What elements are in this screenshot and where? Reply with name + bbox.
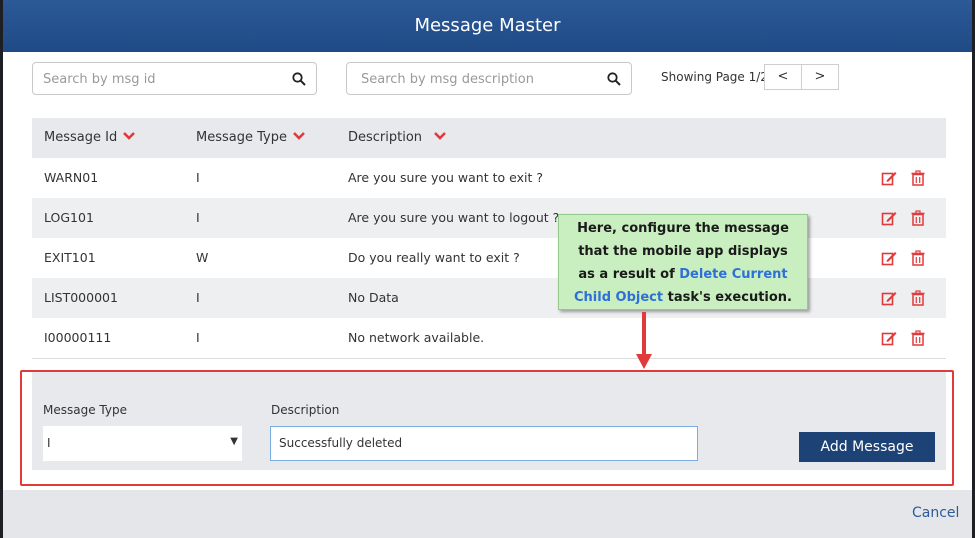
edit-icon[interactable] (881, 250, 897, 266)
dialog-footer (3, 490, 972, 538)
edit-icon[interactable] (881, 170, 897, 186)
dialog-title: Message Master (3, 0, 972, 52)
description-cell: Do you really want to exit ? (348, 250, 520, 265)
edit-icon[interactable] (881, 330, 897, 346)
callout-highlight: Child Object (573, 290, 664, 305)
callout-line-2: that the mobile app displays (578, 244, 788, 259)
table-row: LIST000001 I No Data (32, 278, 946, 318)
annotation-callout: Here, configure the message that the mob… (558, 214, 808, 310)
trash-icon[interactable] (910, 250, 926, 266)
callout-line-3: as a result of Delete Current (559, 263, 807, 286)
trash-icon[interactable] (910, 170, 926, 186)
highlight-box (20, 370, 954, 486)
callout-text: task's execution. (663, 290, 792, 305)
trash-icon[interactable] (910, 290, 926, 306)
msg-id-search-input[interactable] (43, 69, 273, 89)
message-master-dialog: Message Master Showing Page 1/2 < > Mess… (3, 0, 972, 538)
edit-icon[interactable] (881, 290, 897, 306)
message-type-cell: I (196, 210, 200, 225)
trash-icon[interactable] (910, 210, 926, 226)
column-header-description[interactable]: Description (348, 130, 446, 145)
next-page-button[interactable]: > (801, 64, 839, 90)
message-type-cell: W (196, 250, 209, 265)
callout-line-1: Here, configure the message (577, 221, 789, 236)
msg-description-search-input[interactable] (361, 69, 591, 89)
callout-text: as a result of (578, 267, 680, 282)
table-row: I00000111 I No network available. (32, 318, 946, 358)
cancel-button[interactable]: Cancel (912, 505, 959, 521)
table-header: Message Id Message Type Description (32, 118, 946, 158)
pager-label: Showing Page 1/2 (661, 70, 768, 84)
edit-icon[interactable] (881, 210, 897, 226)
message-id-cell: EXIT101 (44, 250, 96, 265)
message-type-cell: I (196, 330, 200, 345)
table-row: LOG101 I Are you sure you want to logout… (32, 198, 946, 238)
description-cell: Are you sure you want to logout ? (348, 210, 560, 225)
msg-description-search-box (346, 62, 632, 95)
message-type-cell: I (196, 290, 200, 305)
column-header-message-id[interactable]: Message Id (44, 130, 136, 145)
callout-highlight: Delete Current (679, 267, 788, 282)
message-id-cell: LIST000001 (44, 290, 118, 305)
message-id-cell: I00000111 (44, 330, 112, 345)
description-cell: Are you sure you want to exit ? (348, 170, 543, 185)
table-row: WARN01 I Are you sure you want to exit ? (32, 158, 946, 198)
description-cell: No Data (348, 290, 399, 305)
caret-down-icon[interactable] (293, 132, 305, 140)
callout-line-4: Child Object task's execution. (559, 286, 807, 309)
callout-arrow-icon (636, 312, 652, 369)
description-cell: No network available. (348, 330, 485, 345)
message-id-cell: WARN01 (44, 170, 99, 185)
column-header-label: Message Id (44, 130, 118, 145)
message-id-cell: LOG101 (44, 210, 94, 225)
caret-down-icon[interactable] (434, 132, 446, 140)
column-header-label: Description (348, 130, 423, 145)
search-icon[interactable] (292, 72, 306, 86)
message-type-cell: I (196, 170, 200, 185)
prev-page-button[interactable]: < (764, 64, 802, 90)
trash-icon[interactable] (910, 330, 926, 346)
search-icon[interactable] (607, 72, 621, 86)
caret-down-icon[interactable] (123, 132, 136, 140)
msg-id-search-box (32, 62, 317, 95)
table-bottom-divider (32, 358, 946, 359)
table-row: EXIT101 W Do you really want to exit ? (32, 238, 946, 278)
column-header-message-type[interactable]: Message Type (196, 130, 305, 145)
column-header-label: Message Type (196, 130, 287, 145)
